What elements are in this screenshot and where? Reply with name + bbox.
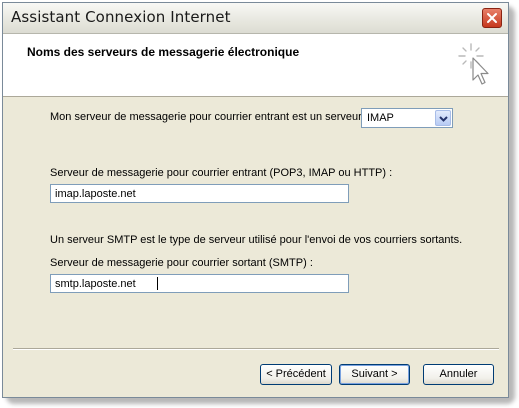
chevron-down-icon	[439, 116, 448, 122]
incoming-type-label: Mon serveur de messagerie pour courrier …	[50, 111, 362, 123]
incoming-type-select[interactable]: IMAP	[361, 108, 453, 128]
smtp-note: Un serveur SMTP est le type de serveur u…	[50, 234, 463, 246]
incoming-type-value: IMAP	[367, 112, 394, 124]
back-button[interactable]: < Précédent	[260, 364, 332, 385]
button-separator	[13, 348, 499, 350]
incoming-server-value: imap.laposte.net	[55, 188, 136, 200]
window-title: Assistant Connexion Internet	[11, 8, 231, 26]
cancel-button[interactable]: Annuler	[423, 364, 494, 385]
next-button[interactable]: Suivant >	[339, 364, 410, 385]
close-icon	[487, 13, 497, 23]
outgoing-server-label: Serveur de messagerie pour courrier sort…	[50, 257, 313, 269]
cursor-sparkle-icon	[458, 43, 489, 85]
wizard-window: Assistant Connexion Internet Noms des se…	[2, 2, 509, 398]
incoming-server-label: Serveur de messagerie pour courrier entr…	[50, 167, 393, 179]
outgoing-server-input[interactable]: smtp.laposte.net	[50, 274, 349, 293]
wizard-header: Noms des serveurs de messagerie électron…	[3, 34, 508, 97]
page-title: Noms des serveurs de messagerie électron…	[27, 45, 300, 59]
dropdown-button[interactable]	[435, 110, 451, 126]
title-bar[interactable]: Assistant Connexion Internet	[3, 3, 508, 34]
close-button[interactable]	[482, 8, 502, 28]
incoming-server-input[interactable]: imap.laposte.net	[50, 184, 349, 203]
outgoing-server-value: smtp.laposte.net	[55, 278, 136, 290]
text-caret	[157, 277, 158, 290]
